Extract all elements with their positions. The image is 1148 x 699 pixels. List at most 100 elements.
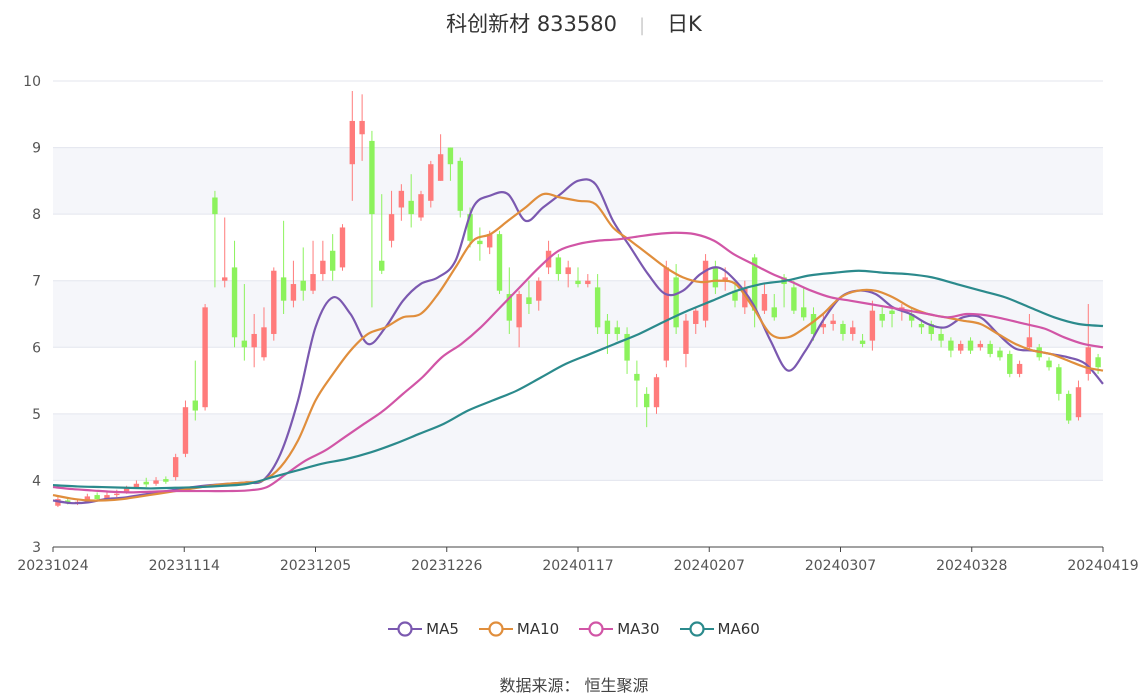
candle <box>310 241 315 294</box>
legend-item-ma30[interactable]: MA30 <box>579 620 659 638</box>
candle-body <box>1007 354 1012 374</box>
legend: MA5 MA10 MA30 MA60 <box>0 620 1148 638</box>
x-tick-label: 20240307 <box>805 558 876 574</box>
candle-body <box>791 287 796 310</box>
y-tick-label: 7 <box>32 274 41 290</box>
candle <box>281 221 286 314</box>
candle <box>1007 351 1012 378</box>
candle-body <box>801 307 806 317</box>
candle <box>634 361 639 408</box>
x-tick-label: 20240328 <box>936 558 1007 574</box>
candle <box>271 267 276 340</box>
candle-body <box>919 324 924 327</box>
x-tick-label: 20231205 <box>280 558 351 574</box>
candle <box>428 161 433 208</box>
candle-body <box>1056 367 1061 394</box>
candle-body <box>497 234 502 291</box>
candle-body <box>997 351 1002 358</box>
candle-body <box>860 341 865 344</box>
candle-body <box>359 121 364 134</box>
legend-item-ma10[interactable]: MA10 <box>479 620 559 638</box>
candle <box>418 191 423 221</box>
candle <box>222 217 227 287</box>
candle-body <box>281 277 286 300</box>
x-tick-label: 20231226 <box>411 558 482 574</box>
candle-body <box>438 154 443 181</box>
candle-body <box>340 227 345 267</box>
legend-item-ma5[interactable]: MA5 <box>388 620 459 638</box>
candle <box>664 261 669 368</box>
candle <box>654 374 659 414</box>
candle-body <box>173 457 178 477</box>
legend-marker-icon <box>388 621 422 637</box>
candle-body <box>958 344 963 351</box>
candle <box>497 231 502 294</box>
candle-body <box>536 281 541 301</box>
candle-body <box>428 164 433 201</box>
candle-body <box>713 267 718 287</box>
candle-body <box>477 241 482 244</box>
candle-body <box>585 281 590 284</box>
candle-body <box>271 271 276 334</box>
candle-body <box>673 277 678 327</box>
x-axis: 2023102420231114202312052023122620240117… <box>17 547 1138 574</box>
legend-label: MA5 <box>426 620 459 638</box>
candle-body <box>870 311 875 341</box>
candle <box>202 304 207 411</box>
candle-body <box>232 267 237 337</box>
y-tick-label: 6 <box>32 340 41 356</box>
candle-body <box>1046 361 1051 368</box>
candle-body <box>1095 357 1100 367</box>
candle <box>458 158 463 218</box>
candle-body <box>830 321 835 324</box>
candle-body <box>399 191 404 208</box>
candle-body <box>144 482 149 485</box>
candle-body <box>978 344 983 347</box>
x-tick-label: 20240117 <box>542 558 613 574</box>
legend-item-ma60[interactable]: MA60 <box>680 620 760 638</box>
candle <box>193 361 198 421</box>
candle-body <box>251 334 256 347</box>
candle-body <box>948 341 953 351</box>
candle-body <box>1076 387 1081 417</box>
data-source: 数据来源： 恒生聚源 <box>0 672 1148 696</box>
candle <box>173 454 178 481</box>
candle-body <box>644 394 649 407</box>
candle <box>340 224 345 271</box>
candle-body <box>968 341 973 351</box>
candle-body <box>850 327 855 334</box>
candle-body <box>595 287 600 327</box>
candle-body <box>114 494 119 495</box>
candle-body <box>369 141 374 214</box>
x-tick-label: 20240419 <box>1067 558 1138 574</box>
y-tick-label: 10 <box>23 74 41 90</box>
legend-marker-icon <box>479 621 513 637</box>
candle-body <box>212 198 217 215</box>
background-bands <box>53 148 1103 481</box>
y-tick-label: 5 <box>32 407 41 423</box>
candle-body <box>242 341 247 348</box>
candle <box>1066 391 1071 424</box>
band <box>53 414 1103 481</box>
candle-body <box>301 281 306 291</box>
candle <box>183 401 188 458</box>
candle <box>330 234 335 281</box>
candle-body <box>693 311 698 324</box>
candle <box>477 227 482 260</box>
candle <box>1046 357 1051 370</box>
candle-body <box>202 307 207 407</box>
candle <box>556 254 561 281</box>
candle-body <box>134 484 139 487</box>
candle-body <box>222 277 227 280</box>
candle-body <box>987 344 992 354</box>
candle-body <box>1027 337 1032 347</box>
candle-body <box>840 324 845 334</box>
candle-body <box>153 480 158 483</box>
candle-body <box>261 327 266 357</box>
candle-body <box>320 261 325 274</box>
candle-body <box>772 307 777 317</box>
candle-body <box>889 311 894 314</box>
candle-body <box>379 261 384 271</box>
candle <box>438 134 443 181</box>
candle <box>703 254 708 327</box>
